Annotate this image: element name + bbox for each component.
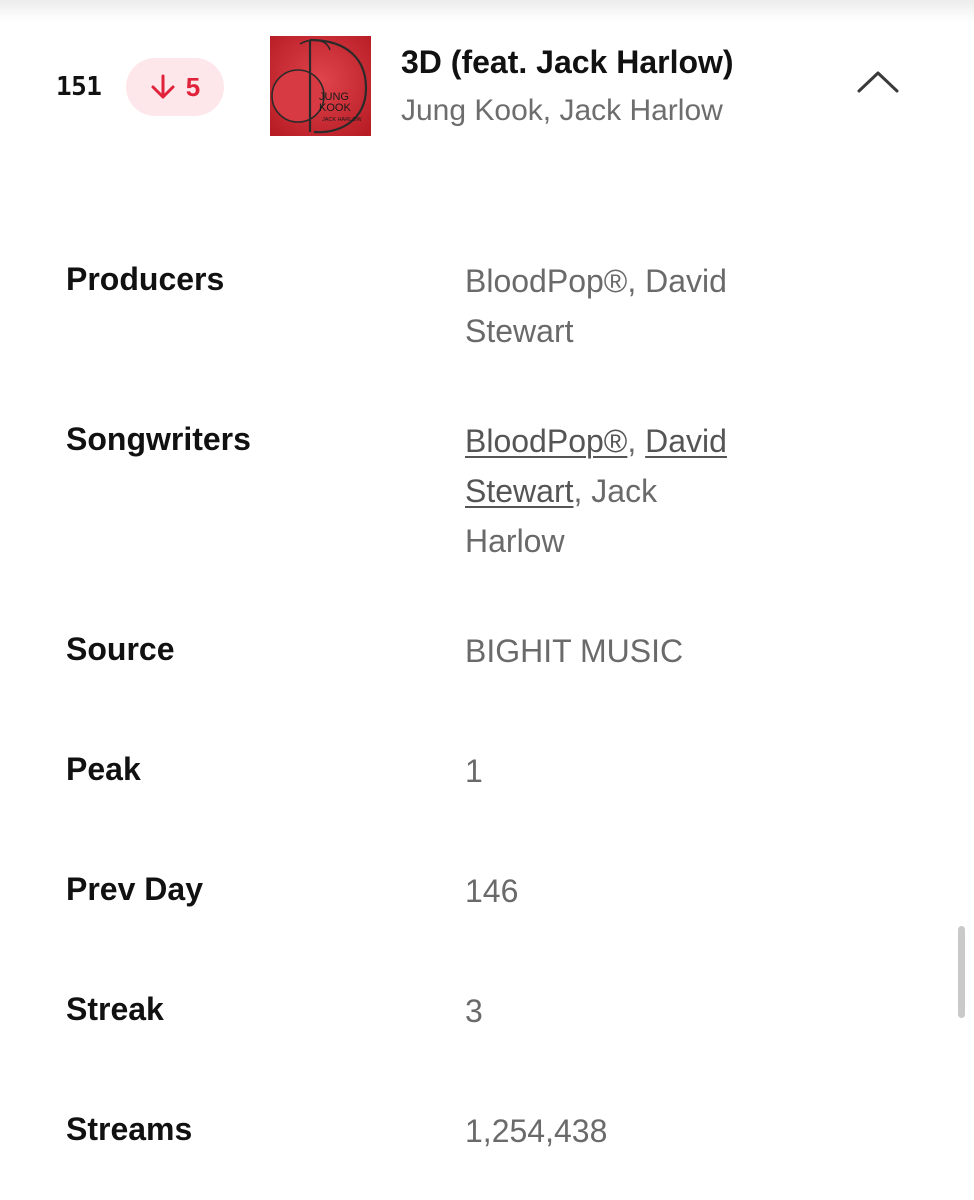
songwriters-value: BloodPop®, David Stewart, Jack Harlow [465, 416, 765, 566]
prev-day-label: Prev Day [66, 871, 203, 907]
album-cover: JUNG KOOK JACK HARLOW [270, 36, 371, 136]
source-label: Source [66, 631, 175, 667]
peak-label: Peak [66, 751, 141, 787]
arrow-down-icon [150, 73, 176, 101]
chart-entry-row[interactable]: 151 5 JUNG KOOK JACK HARLOW 3D (feat. Ja… [0, 0, 974, 150]
songwriter-link-bloodpop[interactable]: BloodPop® [465, 423, 627, 459]
rank-number: 151 [56, 72, 102, 102]
collapse-button[interactable] [850, 62, 906, 106]
peak-value: 1 [465, 753, 483, 789]
prev-day-value: 146 [465, 873, 519, 909]
producers-label: Producers [66, 261, 225, 297]
source-value: BIGHIT MUSIC [465, 633, 684, 669]
cover-text-line2: KOOK [319, 102, 351, 114]
rank-change-badge: 5 [126, 58, 224, 116]
chevron-up-icon [856, 69, 900, 100]
song-title: 3D (feat. Jack Harlow) [401, 44, 734, 80]
streak-label: Streak [66, 991, 164, 1027]
song-artists: Jung Kook, Jack Harlow [401, 94, 723, 127]
streams-value: 1,254,438 [465, 1113, 608, 1149]
scrollbar-thumb[interactable] [958, 926, 965, 1018]
rank-change-value: 5 [185, 71, 201, 102]
producers-value: BloodPop®, David Stewart [465, 263, 727, 349]
streak-value: 3 [465, 993, 483, 1029]
songwriter-separator: , [627, 423, 646, 459]
cover-text-line3: JACK HARLOW [322, 117, 363, 123]
songwriters-label: Songwriters [66, 421, 251, 457]
streams-label: Streams [66, 1111, 193, 1147]
